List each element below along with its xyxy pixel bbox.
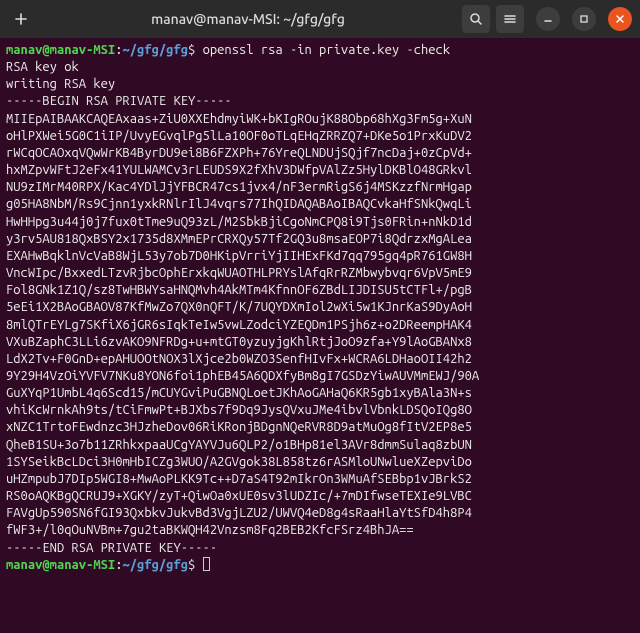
key-body: MIIEpAIBAAKCAQEAxaas+ZiU0XXEhdmyiWK+bKIg… — [6, 112, 479, 538]
command-text: openssl rsa -in private.key -check — [203, 43, 451, 57]
prompt-sigil: $ — [188, 558, 195, 572]
search-button[interactable] — [462, 5, 490, 33]
output-writing: writing RSA key — [6, 77, 115, 91]
titlebar: manav@manav-MSI: ~/gfg/gfg — [0, 0, 640, 38]
window-title: manav@manav-MSI: ~/gfg/gfg — [40, 11, 456, 27]
close-button[interactable] — [608, 7, 632, 31]
prompt-user: manav@manav-MSI — [6, 558, 115, 572]
prompt-sigil: $ — [188, 43, 195, 57]
new-tab-button[interactable] — [8, 6, 34, 32]
prompt-path: ~/gfg/gfg — [122, 43, 188, 57]
output-status: RSA key ok — [6, 60, 79, 74]
key-end: -----END RSA PRIVATE KEY----- — [6, 541, 217, 555]
prompt-path: ~/gfg/gfg — [122, 558, 188, 572]
terminal-body[interactable]: manav@manav-MSI:~/gfg/gfg$ openssl rsa -… — [0, 38, 640, 580]
prompt-user: manav@manav-MSI — [6, 43, 115, 57]
cursor — [203, 557, 210, 571]
key-begin: -----BEGIN RSA PRIVATE KEY----- — [6, 94, 232, 108]
minimize-button[interactable] — [536, 7, 560, 31]
maximize-button[interactable] — [572, 7, 596, 31]
menu-button[interactable] — [496, 5, 524, 33]
